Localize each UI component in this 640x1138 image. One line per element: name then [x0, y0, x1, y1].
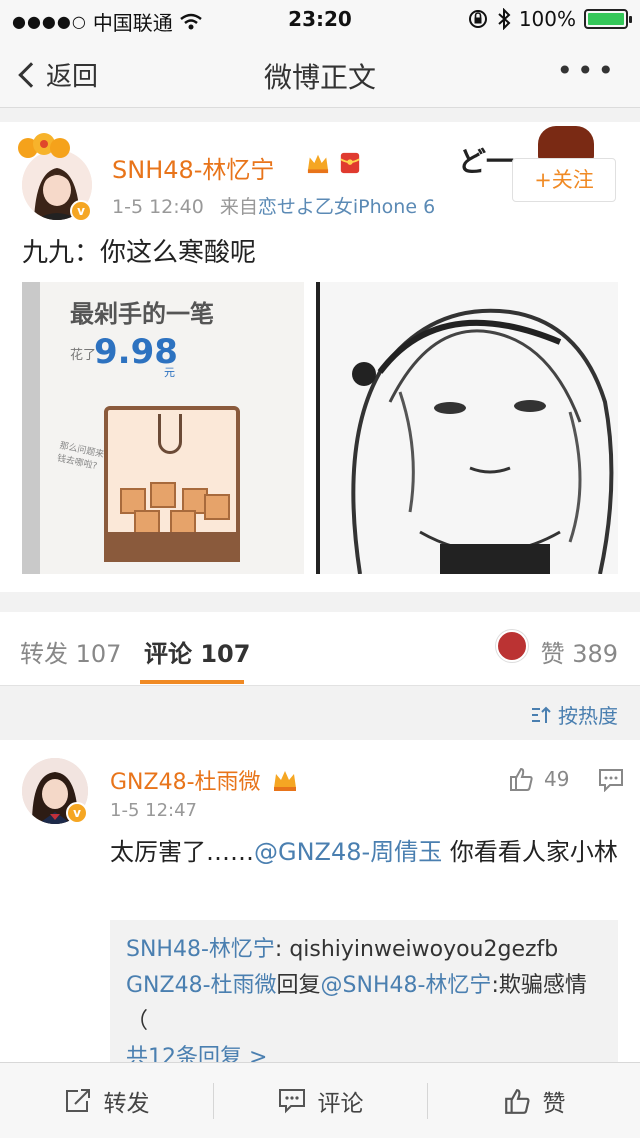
- tab-like[interactable]: 赞 389: [541, 634, 618, 669]
- liker-avatar: [496, 630, 528, 662]
- comment-mention[interactable]: @GNZ48-周倩玉: [254, 838, 442, 866]
- more-icon[interactable]: •••: [556, 54, 618, 87]
- crown-icon: [307, 154, 329, 174]
- reply-author[interactable]: SNH48-林忆宁: [126, 937, 275, 962]
- crown-icon: [18, 133, 70, 158]
- status-right: 100%: [467, 7, 632, 31]
- reply-mention[interactable]: @SNH48-林忆宁: [321, 973, 492, 998]
- comment-author-name[interactable]: GNZ48-杜雨微: [110, 764, 298, 796]
- verified-icon: v: [70, 200, 92, 222]
- more-replies-link[interactable]: 共12条回复 >: [126, 1040, 602, 1062]
- bluetooth-icon: [498, 8, 511, 30]
- post-text: 九九：你这么寒酸呢: [22, 238, 257, 268]
- image-spent-label: 花了: [70, 348, 97, 363]
- reply-author[interactable]: GNZ48-杜雨微: [126, 973, 277, 998]
- image-stripe: [22, 282, 40, 574]
- thumb-up-icon: [504, 1089, 529, 1114]
- back-button[interactable]: 返回: [16, 56, 98, 93]
- like-label: 赞: [542, 1091, 566, 1117]
- comment-icon[interactable]: [598, 768, 624, 792]
- comment-like-button[interactable]: 49: [508, 766, 569, 792]
- reply-item: GNZ48-杜雨微回复@SNH48-林忆宁:欺骗感情（: [126, 973, 587, 1034]
- weibo-post: v SNH48-林忆宁 1-5 12:40 来自恋せよ乙女iPhone 6 ど一…: [0, 122, 640, 592]
- nav-bar: 返回 微博正文 •••: [0, 40, 640, 108]
- battery-percent: 100%: [518, 7, 576, 31]
- header-decoration-text: ど一: [458, 145, 515, 178]
- tab-repost[interactable]: 转发 107: [20, 634, 121, 669]
- image-unit: 元: [164, 366, 175, 379]
- bottom-action-bar: 转发 评论 赞: [0, 1062, 640, 1138]
- post-image-right[interactable]: [316, 282, 618, 574]
- post-source[interactable]: 恋せよ乙女iPhone 6: [258, 196, 435, 218]
- post-meta: 1-5 12:40 来自恋せよ乙女iPhone 6: [112, 192, 435, 219]
- back-chevron-icon: [18, 61, 44, 88]
- post-tabs: 转发 107 评论 107 赞 389: [0, 612, 640, 686]
- comment-item: v GNZ48-杜雨微 1-5 12:47 49 太厉害了……@GNZ48-周倩…: [0, 740, 640, 1062]
- back-label: 返回: [46, 62, 99, 92]
- image-headline: 最剁手的一笔: [70, 300, 214, 328]
- claw-icon: [158, 414, 182, 454]
- claw-machine-illustration: [104, 406, 240, 562]
- comment-label: 评论: [317, 1091, 364, 1117]
- crown-icon: [273, 771, 296, 791]
- comment-replies[interactable]: SNH48-林忆宁: qishiyinweiwoyou2gezfb GNZ48-…: [110, 920, 618, 1062]
- machine-base: [104, 532, 240, 562]
- comment-button[interactable]: 评论: [214, 1063, 427, 1138]
- comment-time: 1-5 12:47: [110, 800, 197, 821]
- sort-label: 按热度: [558, 704, 618, 728]
- red-packet-icon: [340, 152, 360, 174]
- tab-active-indicator: [140, 680, 244, 684]
- status-bar: ●●●●○ 中国联通 23:20 100%: [0, 0, 640, 40]
- repost-icon: [65, 1089, 90, 1112]
- post-source-prefix: 来自: [219, 196, 258, 218]
- comment-text: 太厉害了……@GNZ48-周倩玉 你看看人家小林: [110, 838, 618, 866]
- header-decoration-image: [538, 126, 594, 162]
- reply-item: SNH48-林忆宁: qishiyinweiwoyou2gezfb: [126, 937, 559, 962]
- comment-like-count: 49: [544, 767, 570, 791]
- post-image-left[interactable]: 最剁手的一笔 花了 9.98 元 那么问题来了 钱去哪啦?: [22, 282, 304, 574]
- repost-button[interactable]: 转发: [0, 1063, 213, 1138]
- sort-row: 按热度: [0, 686, 640, 740]
- post-author-name[interactable]: SNH48-林忆宁: [112, 150, 274, 185]
- thumb-up-icon: [510, 767, 533, 791]
- comment-icon: [278, 1089, 305, 1114]
- verified-icon: v: [66, 802, 88, 824]
- post-time: 1-5 12:40: [112, 196, 204, 218]
- repost-label: 转发: [103, 1091, 150, 1117]
- battery-icon: [584, 9, 632, 29]
- manga-sketch-image: [320, 282, 618, 574]
- like-button[interactable]: 赞: [428, 1063, 640, 1138]
- sort-button[interactable]: 按热度: [530, 700, 618, 729]
- lock-rotation-icon: [468, 10, 487, 28]
- tab-comment[interactable]: 评论 107: [144, 634, 250, 669]
- sort-icon: [532, 706, 551, 723]
- follow-button[interactable]: +关注: [512, 158, 616, 202]
